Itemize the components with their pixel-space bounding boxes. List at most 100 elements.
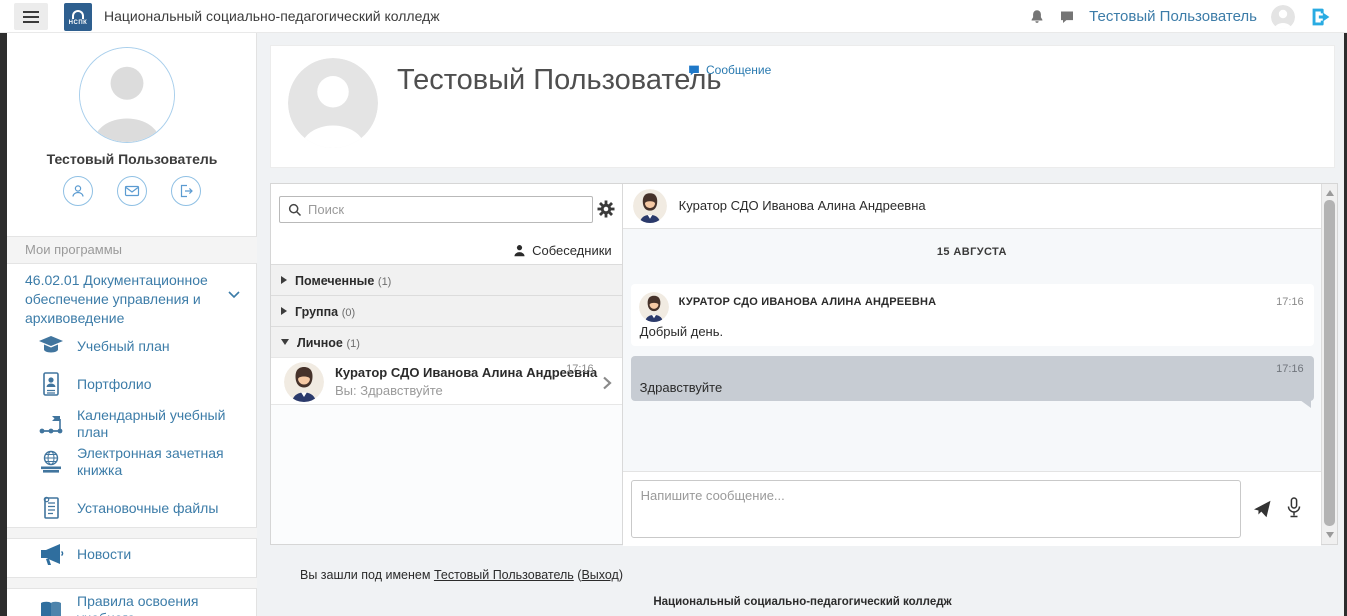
topbar-title: Национальный социально-педагогический ко… (104, 8, 440, 24)
sidebar-item-curriculum[interactable]: Учебный план (37, 333, 249, 359)
contact-avatar (284, 362, 324, 402)
college-logo[interactable]: НСПК (64, 3, 92, 31)
message-input-bar (623, 471, 1321, 546)
date-divider: 15 АВГУСТА (623, 246, 1321, 258)
incoming-message: КУРАТОР СДО ИВАНОВА АЛИНА АНДРЕЕВНА 17:1… (631, 284, 1314, 346)
hamburger-menu-icon[interactable] (14, 3, 48, 30)
logout-icon[interactable] (1309, 5, 1333, 29)
scroll-down-arrow-icon[interactable] (1326, 532, 1334, 538)
logout-link[interactable]: Выход (581, 568, 618, 582)
message-time: 17:16 (1276, 363, 1304, 375)
chat-header: Куратор СДО Иванова Алина Андреевна (623, 184, 1321, 229)
sidebar-item-gradebook[interactable]: Электронная зачетная книжка (37, 445, 249, 479)
program-title-link[interactable]: 46.02.01 Документационное обеспечение уп… (25, 271, 217, 328)
search-box[interactable] (279, 196, 593, 223)
scroll-up-arrow-icon[interactable] (1326, 190, 1334, 196)
sidebar-item-label: Календарный учебный план (77, 407, 249, 441)
contacts-label: Собеседники (532, 243, 612, 258)
sidebar: Тестовый Пользователь Мои программы 46.0… (7, 33, 257, 616)
messenger-panel: Собеседники Помеченные (1) Группа (0) Ли… (270, 183, 1338, 545)
chevron-right-icon[interactable] (602, 376, 612, 390)
section-count: (0) (342, 307, 355, 319)
collapsed-arrow-icon (281, 307, 287, 315)
message-bubble-icon (687, 64, 701, 77)
sidebar-item-label: Установочные файлы (77, 500, 218, 517)
profile-person-icon[interactable] (63, 176, 93, 206)
logo-arch-icon (72, 10, 84, 19)
conversation-preview: Вы: Здравствуйте (335, 383, 443, 398)
logo-text: НСПК (69, 19, 88, 27)
message-sender: КУРАТОР СДО ИВАНОВА АЛИНА АНДРЕЕВНА (679, 296, 937, 308)
login-user-link[interactable]: Тестовый Пользователь (434, 568, 574, 582)
sidebar-avatar[interactable] (79, 47, 175, 143)
page-title: Тестовый Пользователь (397, 64, 722, 97)
profile-avatar (288, 58, 378, 148)
contacts-panel: Собеседники Помеченные (1) Группа (0) Ли… (271, 184, 623, 544)
microphone-icon[interactable] (1286, 497, 1302, 519)
sidebar-item-rules[interactable]: Правила освоения учебного (37, 593, 249, 616)
section-label: Группа (295, 305, 338, 319)
sidebar-item-news[interactable]: Новости (37, 541, 249, 567)
settings-gear-icon[interactable] (597, 200, 615, 218)
contacts-link[interactable]: Собеседники (271, 236, 622, 264)
chat-scrollbar[interactable] (1321, 184, 1337, 544)
scrollbar-thumb[interactable] (1324, 200, 1335, 526)
sidebar-item-label: Учебный план (77, 338, 170, 355)
conversation-name: Куратор СДО Иванова Алина Андреевна (335, 365, 597, 380)
message-text: Здравствуйте (640, 380, 723, 395)
footer-college-name: Национальный социально-педагогический ко… (270, 596, 1335, 608)
megaphone-icon (37, 541, 65, 567)
mail-envelope-icon[interactable] (117, 176, 147, 206)
sidebar-item-portfolio[interactable]: Портфолио (37, 371, 249, 397)
sidebar-divider (7, 577, 257, 589)
messages-bubble-icon[interactable] (1059, 9, 1075, 25)
topbar-username-link[interactable]: Тестовый Пользователь (1089, 8, 1257, 25)
sidebar-divider (7, 527, 257, 539)
gradebook-icon (37, 449, 65, 475)
conversation-time: 17:16 (566, 363, 594, 375)
message-text: Добрый день. (640, 324, 723, 339)
outgoing-message: 17:16 Здравствуйте (631, 356, 1314, 401)
expanded-arrow-icon (281, 339, 289, 345)
collapsed-arrow-icon (281, 276, 287, 284)
my-programs-header: Мои программы (7, 236, 257, 264)
profile-card: Тестовый Пользователь Сообщение (270, 45, 1335, 168)
topbar-avatar[interactable] (1271, 5, 1295, 29)
section-starred[interactable]: Помеченные (1) (271, 264, 622, 295)
search-row (271, 184, 622, 236)
sidebar-item-label: Правила освоения учебного (77, 593, 249, 616)
sidebar-item-label: Новости (77, 546, 131, 563)
login-info: Вы зашли под именем Тестовый Пользовател… (300, 568, 623, 582)
app-window: НСПК Национальный социально-педагогическ… (0, 0, 1347, 616)
login-info-prefix: Вы зашли под именем (300, 568, 430, 582)
section-private[interactable]: Личное (1) (271, 326, 622, 357)
sidebar-item-calendar-plan[interactable]: Календарный учебный план (37, 407, 249, 441)
section-label: Помеченные (295, 274, 374, 288)
sidebar-item-setup-files[interactable]: Установочные файлы (37, 495, 249, 521)
conversation-item[interactable]: Куратор СДО Иванова Алина Андреевна Вы: … (271, 357, 622, 405)
chat-header-avatar (633, 189, 667, 223)
section-label: Личное (297, 336, 343, 350)
portfolio-icon (37, 371, 65, 397)
notifications-bell-icon[interactable] (1029, 9, 1045, 25)
sender-avatar (639, 292, 669, 322)
search-input[interactable] (308, 202, 592, 217)
section-group[interactable]: Группа (0) (271, 295, 622, 326)
message-input[interactable] (631, 480, 1241, 538)
search-icon (288, 203, 302, 217)
book-icon (37, 597, 65, 616)
milestones-icon (37, 411, 65, 437)
section-count: (1) (346, 338, 359, 350)
message-time: 17:16 (1276, 296, 1304, 308)
sidebar-item-label: Электронная зачетная книжка (77, 445, 249, 479)
message-link-label: Сообщение (706, 63, 771, 77)
chevron-down-icon[interactable] (228, 291, 240, 299)
exit-icon[interactable] (171, 176, 201, 206)
window-left-edge (0, 33, 7, 616)
person-icon (513, 244, 526, 257)
section-count: (1) (378, 276, 391, 288)
sidebar-item-label: Портфолио (77, 376, 152, 393)
send-icon[interactable] (1252, 499, 1272, 519)
message-link[interactable]: Сообщение (687, 63, 771, 77)
topbar: НСПК Национальный социально-педагогическ… (0, 0, 1347, 33)
